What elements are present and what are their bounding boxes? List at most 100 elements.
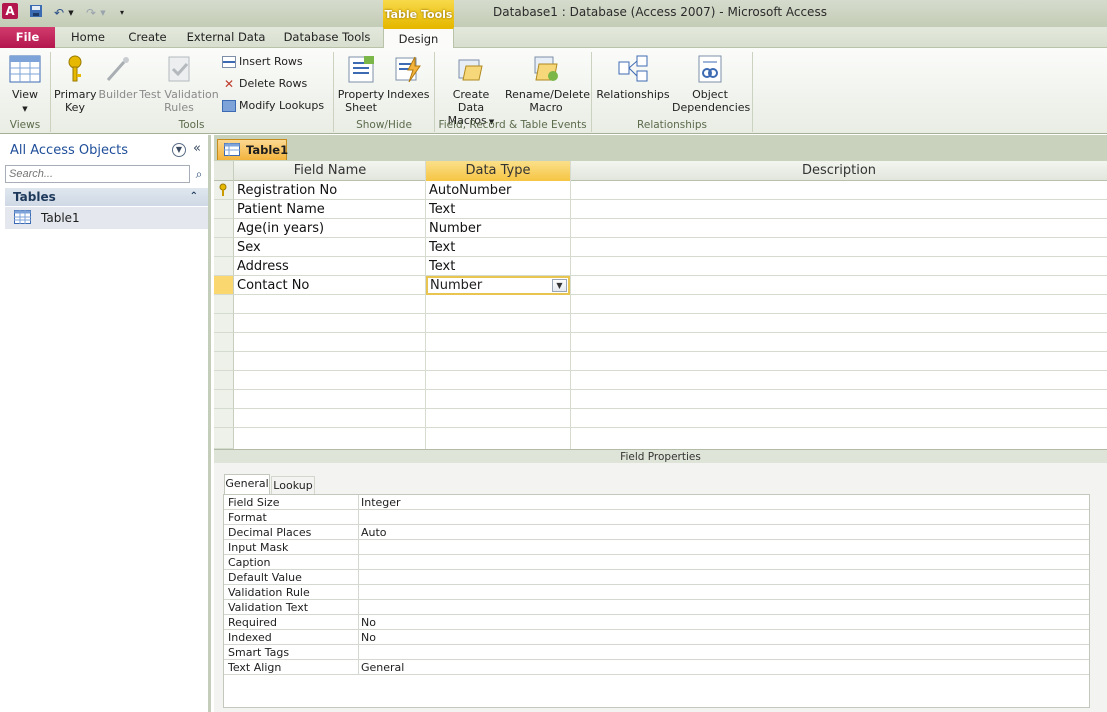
property-value[interactable]: No (361, 615, 376, 630)
dependencies-label-1: Object (692, 88, 728, 101)
property-row[interactable]: Smart Tags (224, 645, 1089, 660)
cell-field-name[interactable]: Address (234, 257, 424, 276)
property-value[interactable]: General (361, 660, 404, 675)
property-row[interactable]: Text Align General (224, 660, 1089, 675)
cell-field-name[interactable]: Patient Name (234, 200, 424, 219)
view-button[interactable]: View ▼ (5, 54, 45, 116)
insert-rows-icon (222, 56, 236, 68)
property-row[interactable]: Decimal Places Auto (224, 525, 1089, 540)
row-selector[interactable] (214, 238, 234, 257)
search-icon[interactable]: ⌕ (191, 165, 207, 183)
cell-data-type[interactable]: AutoNumber (426, 181, 569, 200)
property-row[interactable]: Default Value (224, 570, 1089, 585)
tab-general[interactable]: General (224, 474, 270, 494)
property-row[interactable]: Format (224, 510, 1089, 525)
cell-data-type[interactable]: Text (426, 238, 569, 257)
header-data-type[interactable]: Data Type (426, 161, 570, 181)
property-row[interactable]: Validation Rule (224, 585, 1089, 600)
select-all-corner[interactable] (214, 161, 234, 181)
indexes-label: Indexes (387, 88, 430, 101)
header-description[interactable]: Description (571, 161, 1107, 181)
property-value[interactable]: No (361, 630, 376, 645)
property-row[interactable]: Field Size Integer (224, 495, 1089, 510)
shutter-bar-close-icon[interactable]: « (193, 141, 201, 156)
header-field-name[interactable]: Field Name (235, 161, 425, 181)
property-row[interactable]: Validation Text (224, 600, 1089, 615)
cell-field-name[interactable]: Contact No (234, 276, 424, 295)
table-row (234, 333, 1107, 352)
row-selector[interactable] (214, 181, 234, 200)
view-label: View (11, 88, 39, 101)
test-validation-rules-button[interactable]: Test Validation Rules (139, 54, 219, 114)
customize-qat-icon[interactable]: ▾ (116, 4, 128, 22)
property-row[interactable]: Input Mask (224, 540, 1089, 555)
rename-macro-icon (534, 56, 558, 81)
access-logo-icon[interactable]: A (2, 3, 18, 19)
nav-pane-header[interactable]: All Access Objects ▼ « (0, 139, 211, 163)
save-icon[interactable] (27, 4, 45, 22)
row-selector[interactable] (214, 390, 234, 409)
row-selector[interactable] (214, 257, 234, 276)
insert-rows-button[interactable]: Insert Rows (222, 53, 303, 71)
indexes-button[interactable]: Indexes (387, 54, 429, 101)
table-icon (14, 210, 31, 224)
property-value[interactable]: Auto (361, 525, 387, 540)
cell-data-type[interactable]: Number (426, 219, 569, 238)
data-type-dropdown[interactable]: Number ▼ (426, 276, 570, 295)
property-sheet-button[interactable]: Property Sheet (337, 54, 385, 114)
access-window: A ↶ ▼ ↷ ▼ ▾ Table Tools Database1 : Data… (0, 0, 1107, 712)
redo-dropdown-icon[interactable]: ▼ (98, 4, 108, 22)
dependencies-label-2: Dependencies (672, 101, 751, 114)
group-relationships-label: Relationships (637, 119, 707, 131)
tab-create[interactable]: Create (120, 27, 175, 48)
tab-lookup[interactable]: Lookup (271, 476, 315, 494)
row-selector[interactable] (214, 200, 234, 219)
cell-data-type[interactable]: Text (426, 257, 569, 276)
cell-field-name[interactable]: Registration No (234, 181, 424, 200)
row-selector[interactable] (214, 295, 234, 314)
collapse-group-icon[interactable]: ⌃ (190, 188, 198, 206)
cell-field-name[interactable]: Sex (234, 238, 424, 257)
test-rules-label-1: Test Validation (139, 88, 219, 101)
property-row[interactable]: Required No (224, 615, 1089, 630)
nav-group-label: Tables (13, 190, 56, 204)
property-row[interactable]: Caption (224, 555, 1089, 570)
row-selector[interactable] (214, 314, 234, 333)
delete-rows-button[interactable]: ✕ Delete Rows (222, 75, 307, 93)
tab-design[interactable]: Design (383, 27, 454, 49)
row-selector-current[interactable] (214, 276, 234, 295)
property-name: Validation Rule (228, 586, 310, 599)
column-divider (570, 161, 571, 449)
property-value[interactable]: Integer (361, 495, 401, 510)
modify-lookups-button[interactable]: Modify Lookups (222, 97, 324, 115)
row-selector[interactable] (214, 219, 234, 238)
tab-file[interactable]: File (0, 27, 55, 48)
nav-menu-dropdown-icon[interactable]: ▼ (172, 143, 186, 157)
row-selector[interactable] (214, 409, 234, 428)
tab-external-data[interactable]: External Data (183, 27, 269, 48)
cell-field-name[interactable]: Age(in years) (234, 219, 424, 238)
undo-dropdown-icon[interactable]: ▼ (66, 4, 76, 22)
object-dependencies-button[interactable]: Object Dependencies (672, 54, 751, 114)
tab-home[interactable]: Home (63, 27, 113, 48)
primary-key-button[interactable]: Primary Key (54, 54, 97, 114)
property-name: Input Mask (228, 541, 289, 554)
nav-item-label: Table1 (41, 211, 80, 225)
row-selector[interactable] (214, 352, 234, 371)
row-selector[interactable] (214, 371, 234, 390)
chevron-down-icon[interactable]: ▼ (552, 279, 567, 292)
builder-button[interactable]: Builder (97, 54, 139, 101)
create-data-macros-button[interactable]: Create Data Macros ▼ (438, 54, 504, 129)
tab-database-tools[interactable]: Database Tools (278, 27, 376, 48)
rename-delete-macro-button[interactable]: Rename/Delete Macro (505, 54, 590, 114)
property-row[interactable]: Indexed No (224, 630, 1089, 645)
cell-data-type[interactable]: Text (426, 200, 569, 219)
row-selector[interactable] (214, 428, 234, 449)
nav-item-table1[interactable]: Table1 (5, 207, 208, 229)
table-design-icon (224, 143, 240, 156)
relationships-button[interactable]: Relationships (596, 54, 670, 101)
row-selector[interactable] (214, 333, 234, 352)
nav-group-tables[interactable]: Tables ⌃ (5, 188, 208, 206)
document-tab-table1[interactable]: Table1 (217, 139, 288, 160)
nav-search-input[interactable] (5, 165, 190, 183)
